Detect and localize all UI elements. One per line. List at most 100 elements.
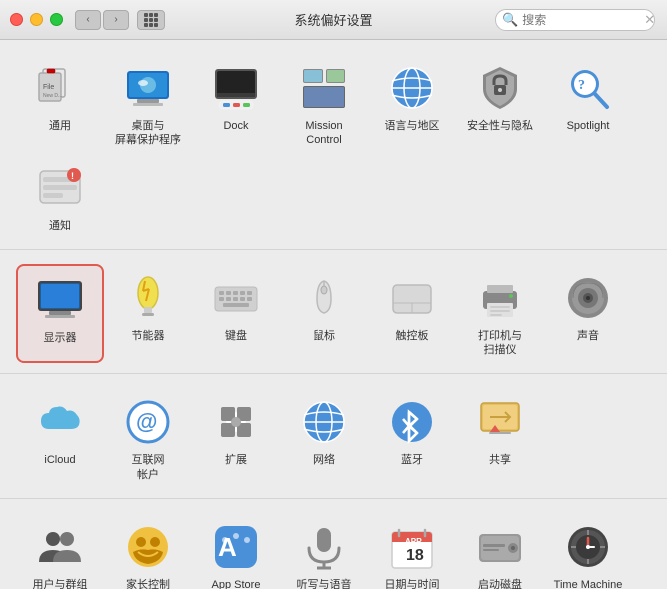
section-system: 用户与群组 家长控制 [0,499,667,589]
pref-users[interactable]: 用户与群组 [16,513,104,589]
section-hardware: 显示器 节能器 [0,250,667,375]
pref-general[interactable]: File New D... 通用 [16,54,104,154]
mouse-icon [298,272,350,324]
mouse-label: 鼠标 [313,329,335,343]
appstore-icon: A [210,521,262,573]
minimize-button[interactable] [30,13,43,26]
startup-icon [474,521,526,573]
close-button[interactable] [10,13,23,26]
content-area: File New D... 通用 [0,40,667,589]
trackpad-icon [386,272,438,324]
window-title: 系统偏好设置 [294,10,372,29]
general-label: 通用 [49,119,71,133]
svg-text:@: @ [136,409,157,434]
maximize-button[interactable] [50,13,63,26]
titlebar: ‹ › 系统偏好设置 🔍 ✕ [0,0,667,40]
sharing-label: 共享 [489,453,511,467]
appstore-label: App Store [212,578,261,589]
pref-energy[interactable]: 节能器 [104,264,192,364]
pref-language[interactable]: 语言与地区 [368,54,456,154]
grid-view-button[interactable] [137,10,165,30]
network-icon [298,396,350,448]
users-label: 用户与群组 [33,578,88,589]
energy-label: 节能器 [132,329,165,343]
timemachine-icon [562,521,614,573]
general-icon: File New D... [34,62,86,114]
svg-text:APR: APR [405,537,422,546]
pref-desktop[interactable]: 桌面与屏幕保护程序 [104,54,192,154]
notification-icon: ! [34,162,86,214]
pref-mouse[interactable]: 鼠标 [280,264,368,364]
icloud-label: iCloud [44,453,75,467]
pref-security[interactable]: 安全性与隐私 [456,54,544,154]
pref-bluetooth[interactable]: 蓝牙 [368,388,456,488]
dock-icon [210,62,262,114]
icloud-icon [34,396,86,448]
security-icon [474,62,526,114]
window-controls [10,13,63,26]
pref-printer[interactable]: 打印机与扫描仪 [456,264,544,364]
search-clear-button[interactable]: ✕ [644,12,655,28]
energy-icon [122,272,174,324]
keyboard-label: 键盘 [225,329,247,343]
printer-label: 打印机与扫描仪 [478,329,522,358]
keyboard-icon [210,272,262,324]
datetime-label: 日期与时间 [385,578,440,589]
pref-sound[interactable]: 声音 [544,264,632,364]
pref-network[interactable]: 网络 [280,388,368,488]
pref-internet-accounts[interactable]: @ 互联网帐户 [104,388,192,488]
pref-display[interactable]: 显示器 [16,264,104,364]
language-label: 语言与地区 [385,119,440,133]
dictation-icon [298,521,350,573]
parental-icon [122,521,174,573]
search-box[interactable]: 🔍 ✕ [495,9,655,31]
hardware-grid: 显示器 节能器 [16,264,651,364]
pref-dock[interactable]: Dock [192,54,280,154]
nav-arrows: ‹ › [75,10,129,30]
pref-keyboard[interactable]: 键盘 [192,264,280,364]
svg-text:!: ! [71,171,74,181]
parental-label: 家长控制 [126,578,170,589]
pref-extensions[interactable]: 扩展 [192,388,280,488]
language-icon [386,62,438,114]
pref-sharing[interactable]: 共享 [456,388,544,488]
pref-dictation[interactable]: 听写与语音 [280,513,368,589]
datetime-icon: APR 18 [386,521,438,573]
svg-text:File: File [43,84,54,91]
mission-label: MissionControl [305,119,342,148]
desktop-label: 桌面与屏幕保护程序 [115,119,181,148]
network-label: 网络 [313,453,335,467]
pref-spotlight[interactable]: ? Spotlight [544,54,632,154]
spotlight-icon: ? [562,62,614,114]
mission-icon [298,62,350,114]
pref-appstore[interactable]: A App Store [192,513,280,589]
svg-text:18: 18 [406,547,424,564]
pref-parental[interactable]: 家长控制 [104,513,192,589]
pref-icloud[interactable]: iCloud [16,388,104,488]
pref-datetime[interactable]: APR 18 日期与时间 [368,513,456,589]
display-icon [34,274,86,326]
internet-accounts-label: 互联网帐户 [132,453,165,482]
printer-icon [474,272,526,324]
extensions-icon [210,396,262,448]
back-button[interactable]: ‹ [75,10,101,30]
dock-label: Dock [223,119,248,133]
search-input[interactable] [522,13,642,27]
sharing-icon [474,396,526,448]
extensions-label: 扩展 [225,453,247,467]
pref-startup[interactable]: 启动磁盘 [456,513,544,589]
section-internet: iCloud @ 互联网帐户 [0,374,667,499]
users-icon [34,521,86,573]
bluetooth-icon [386,396,438,448]
security-label: 安全性与隐私 [467,119,533,133]
pref-trackpad[interactable]: 触控板 [368,264,456,364]
pref-timemachine[interactable]: Time Machine [544,513,632,589]
spotlight-label: Spotlight [567,119,610,133]
forward-button[interactable]: › [103,10,129,30]
pref-notification[interactable]: ! 通知 [16,154,104,239]
notification-label: 通知 [49,219,71,233]
pref-mission[interactable]: MissionControl [280,54,368,154]
dictation-label: 听写与语音 [297,578,352,589]
svg-text:New D...: New D... [43,93,62,99]
personal-grid: File New D... 通用 [16,54,651,239]
